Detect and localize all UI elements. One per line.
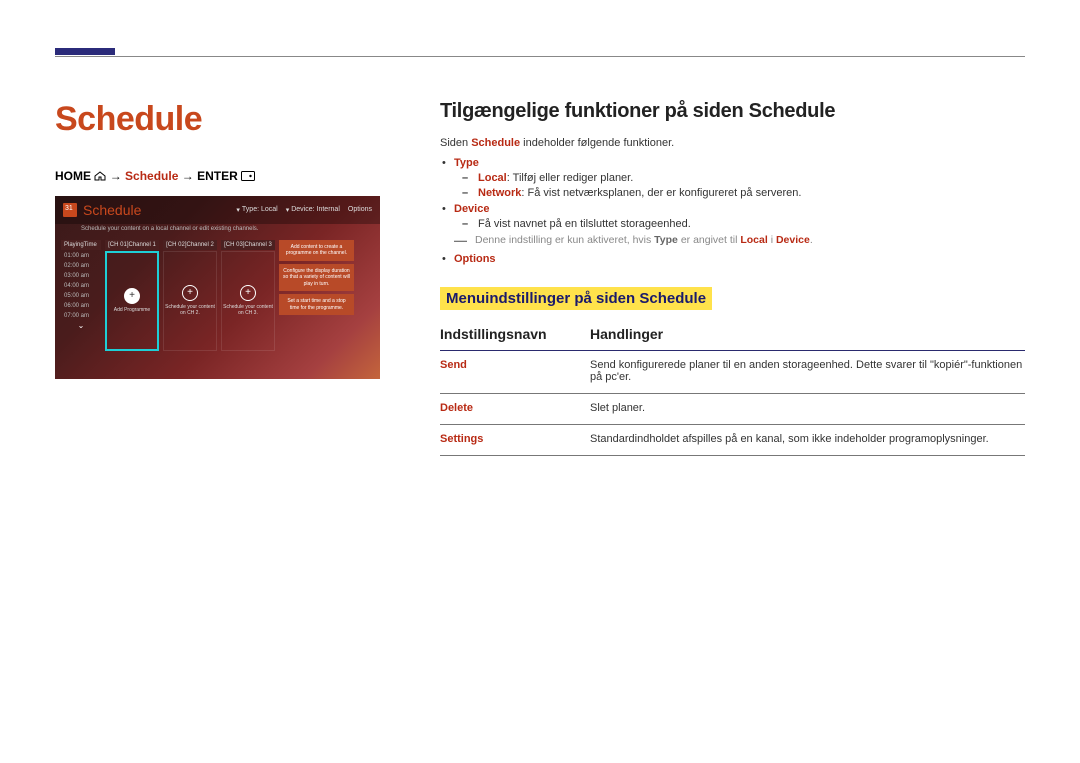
- breadcrumb: HOME → Schedule → ENTER: [55, 169, 380, 184]
- chevron-down-icon: ▾: [236, 206, 240, 214]
- ss-channel-1[interactable]: [CH 01]Channel 1 + Add Programme: [105, 240, 159, 351]
- ss-time-row: 04:00 am: [61, 281, 101, 291]
- ss-header: Schedule ▾ Type: Local ▾ Device: Interna…: [55, 196, 380, 224]
- ss-device-dropdown[interactable]: ▾ Device: Internal: [286, 206, 340, 214]
- table-row: Delete Slet planer.: [440, 394, 1025, 425]
- schedule-screenshot: Schedule ▾ Type: Local ▾ Device: Interna…: [55, 196, 380, 379]
- ss-channel-header: [CH 02]Channel 2: [163, 240, 217, 250]
- right-column: Tilgængelige funktioner på siden Schedul…: [440, 100, 1025, 456]
- feature-list: Type Local: Tilføj eller rediger planer.…: [440, 157, 1025, 230]
- ss-channel-header: [CH 03]Channel 3: [221, 240, 275, 250]
- col-action-header: Handlinger: [590, 320, 1025, 351]
- calendar-icon: [63, 203, 77, 217]
- page: Schedule HOME → Schedule → ENTER Schedul…: [0, 0, 1080, 496]
- home-icon: [94, 170, 106, 184]
- chevron-down-icon: ▾: [286, 206, 290, 214]
- setting-action: Standardindholdet afspilles på en kanal,…: [590, 425, 1025, 456]
- ss-title: Schedule: [83, 202, 236, 218]
- intro-text: Siden Schedule indeholder følgende funkt…: [440, 137, 1025, 149]
- breadcrumb-enter: ENTER: [197, 169, 238, 183]
- ss-time-row: 02:00 am: [61, 261, 101, 271]
- ss-channel-label: Schedule your content on CH 3.: [222, 304, 274, 316]
- plus-icon[interactable]: +: [182, 285, 198, 301]
- header-divider: [55, 56, 1025, 57]
- col-name-header: Indstillingsnavn: [440, 320, 590, 351]
- section-heading: Tilgængelige funktioner på siden Schedul…: [440, 100, 1025, 123]
- feature-device: Device Få vist navnet på en tilsluttet s…: [454, 203, 1025, 230]
- device-note: ― Denne indstilling er kun aktiveret, hv…: [440, 234, 1025, 247]
- ss-channel-body: + Schedule your content on CH 3.: [221, 251, 275, 351]
- ss-side-box: Set a start time and a stop time for the…: [279, 294, 354, 315]
- ss-time-row: 06:00 am: [61, 301, 101, 311]
- header-accent-bar: [55, 48, 115, 55]
- type-local: Local: Tilføj eller rediger planer.: [478, 172, 1025, 184]
- chevron-down-icon[interactable]: ⌄: [61, 321, 101, 330]
- left-column: Schedule HOME → Schedule → ENTER Schedul…: [55, 100, 380, 456]
- ss-side-box: Add content to create a programme on the…: [279, 240, 354, 261]
- ss-channel-3[interactable]: [CH 03]Channel 3 + Schedule your content…: [221, 240, 275, 351]
- ss-side-panel: Add content to create a programme on the…: [279, 240, 354, 351]
- settings-table: Indstillingsnavn Handlinger Send Send ko…: [440, 320, 1025, 456]
- breadcrumb-arrow: →: [182, 169, 197, 183]
- subsection-title: Menuindstillinger på siden Schedule: [440, 287, 712, 310]
- feature-list-2: Options: [440, 253, 1025, 265]
- ss-body: PlayingTime 01:00 am 02:00 am 03:00 am 0…: [55, 236, 380, 355]
- setting-action: Send konfigurerede planer til en anden s…: [590, 351, 1025, 394]
- type-network: Network: Få vist netværksplanen, der er …: [478, 187, 1025, 199]
- type-sublist: Local: Tilføj eller rediger planer. Netw…: [454, 172, 1025, 199]
- device-text: Få vist navnet på en tilsluttet storagee…: [478, 218, 1025, 230]
- enter-icon: [241, 170, 255, 184]
- ss-time-row: 03:00 am: [61, 271, 101, 281]
- table-header-row: Indstillingsnavn Handlinger: [440, 320, 1025, 351]
- ss-channel-body: + Schedule your content on CH 2.: [163, 251, 217, 351]
- table-row: Send Send konfigurerede planer til en an…: [440, 351, 1025, 394]
- table-row: Settings Standardindholdet afspilles på …: [440, 425, 1025, 456]
- breadcrumb-schedule: Schedule: [125, 169, 178, 183]
- ss-subtitle: Schedule your content on a local channel…: [55, 224, 380, 236]
- plus-icon[interactable]: +: [124, 288, 140, 304]
- ss-type-dropdown[interactable]: ▾ Type: Local: [236, 206, 277, 214]
- device-sublist: Få vist navnet på en tilsluttet storagee…: [454, 218, 1025, 230]
- ss-time-row: 05:00 am: [61, 291, 101, 301]
- ss-channel-2[interactable]: [CH 02]Channel 2 + Schedule your content…: [163, 240, 217, 351]
- ss-options-button[interactable]: Options: [348, 206, 372, 214]
- ss-side-box: Configure the display duration so that a…: [279, 264, 354, 292]
- feature-options: Options: [454, 253, 1025, 265]
- breadcrumb-arrow: →: [110, 169, 125, 183]
- setting-action: Slet planer.: [590, 394, 1025, 425]
- plus-icon[interactable]: +: [240, 285, 256, 301]
- ss-time-row: 07:00 am: [61, 311, 101, 321]
- setting-name: Settings: [440, 425, 590, 456]
- two-column-layout: Schedule HOME → Schedule → ENTER Schedul…: [55, 100, 1025, 456]
- ss-header-controls: ▾ Type: Local ▾ Device: Internal Options: [236, 206, 372, 214]
- ss-time-row: 01:00 am: [61, 251, 101, 261]
- note-dash-icon: ―: [454, 234, 467, 247]
- ss-channel-body: + Add Programme: [105, 251, 159, 351]
- setting-name: Delete: [440, 394, 590, 425]
- breadcrumb-home: HOME: [55, 169, 91, 183]
- ss-time-header: PlayingTime: [61, 240, 101, 250]
- ss-channel-label: Add Programme: [114, 307, 150, 313]
- feature-type: Type Local: Tilføj eller rediger planer.…: [454, 157, 1025, 199]
- page-title: Schedule: [55, 100, 380, 139]
- ss-channel-label: Schedule your content on CH 2.: [164, 304, 216, 316]
- ss-time-column: PlayingTime 01:00 am 02:00 am 03:00 am 0…: [61, 240, 101, 351]
- setting-name: Send: [440, 351, 590, 394]
- note-text: Denne indstilling er kun aktiveret, hvis…: [475, 234, 813, 247]
- ss-channel-header: [CH 01]Channel 1: [105, 240, 159, 250]
